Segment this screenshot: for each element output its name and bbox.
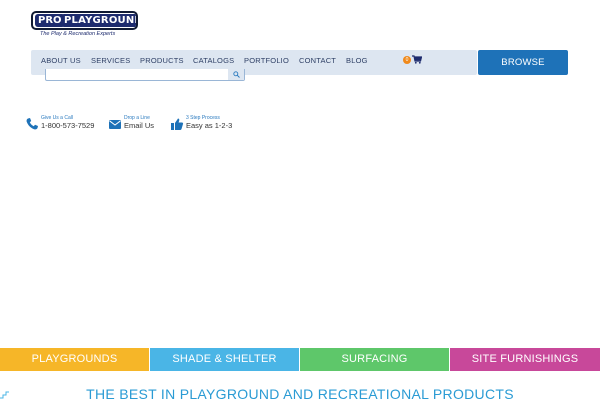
browse-products-button[interactable]: BROWSE PRODUCTS (478, 50, 568, 93)
contact-email[interactable]: Drop a Line Email Us (108, 114, 168, 134)
category-shade-shelter[interactable]: SHADE & SHELTER (150, 348, 299, 371)
logo-frame: PRO PLAYGROUNDS (31, 11, 138, 30)
search-icon (233, 71, 240, 78)
phone-icon (26, 118, 38, 130)
site-logo[interactable]: PRO PLAYGROUNDS The Play & Recreation Ex… (31, 11, 139, 38)
cart-icon (412, 55, 422, 64)
nav-item-portfolio[interactable]: PORTFOLIO (244, 50, 289, 75)
logo-word-playgrounds: PLAYGROUNDS (61, 14, 136, 27)
nav-item-blog[interactable]: BLOG (346, 50, 368, 75)
category-bar: PLAYGROUNDS SHADE & SHELTER SURFACING SI… (0, 348, 600, 371)
envelope-icon (109, 120, 121, 129)
logo-tagline: The Play & Recreation Experts (40, 31, 116, 37)
contact-process[interactable]: 3 Step Process Easy as 1-2-3 (170, 114, 240, 134)
contact-email-link[interactable]: Email Us (124, 121, 154, 130)
search-input[interactable] (45, 69, 245, 81)
search-button[interactable] (228, 69, 244, 80)
cart-count-badge: 0 (403, 56, 411, 64)
page-headline: THE BEST IN PLAYGROUND AND RECREATIONAL … (86, 386, 514, 400)
thumbs-up-icon (171, 118, 184, 130)
contact-process-link[interactable]: Easy as 1-2-3 (186, 121, 232, 130)
nav-item-contact[interactable]: CONTACT (299, 50, 336, 75)
cart-link[interactable]: 0 (403, 54, 422, 66)
contact-phone-number[interactable]: 1-800-573-7529 (41, 121, 94, 130)
category-site-furnishings[interactable]: SITE FURNISHINGS (450, 348, 600, 371)
contact-call[interactable]: Give Us a Call 1-800-573-7529 (25, 114, 105, 134)
category-surfacing[interactable]: SURFACING (300, 348, 449, 371)
category-playgrounds[interactable]: PLAYGROUNDS (0, 348, 149, 371)
